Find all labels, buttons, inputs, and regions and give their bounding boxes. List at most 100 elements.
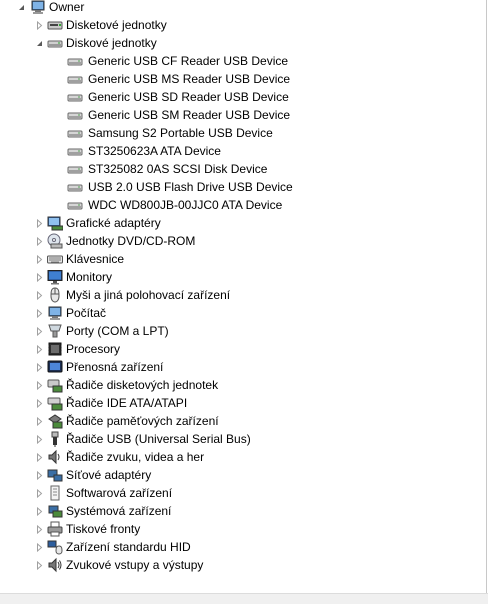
tree-child-item[interactable]: Samsung S2 Portable USB Device [0, 124, 273, 142]
tree-item-jednotky-dvd-cd-rom[interactable]: Jednotky DVD/CD-ROM [0, 232, 195, 250]
tree-item-mysi-a-jina-polohovaci-zarizeni[interactable]: Myši a jiná polohovací zařízení [0, 286, 230, 304]
expand-arrow-icon[interactable] [34, 304, 44, 322]
expand-arrow-icon[interactable] [34, 376, 44, 394]
tree-root[interactable]: Owner [0, 0, 84, 16]
processor-icon [47, 341, 63, 357]
tree-child-item[interactable]: USB 2.0 USB Flash Drive USB Device [0, 178, 293, 196]
expand-arrow-icon[interactable] [34, 232, 44, 250]
tree-item-label: Jednotky DVD/CD-ROM [66, 234, 196, 248]
tree-child-label: Generic USB SD Reader USB Device [88, 90, 289, 104]
expand-arrow-icon[interactable] [34, 286, 44, 304]
expand-arrow-icon[interactable] [34, 412, 44, 430]
tree-item-procesory[interactable]: Procesory [0, 340, 120, 358]
tree-item-label: Procesory [66, 342, 121, 356]
hid-icon [47, 539, 63, 555]
expand-arrow-icon[interactable] [34, 358, 44, 376]
status-bar [0, 593, 488, 604]
printer-icon [47, 521, 63, 537]
floppy-drive-icon [47, 17, 63, 33]
tree-item-zvukove-vstupy-a-vystupy[interactable]: Zvukové vstupy a výstupy [0, 556, 203, 574]
tree-child-item[interactable]: WDC WD800JB-00JJC0 ATA Device [0, 196, 282, 214]
tree-item-radice-pametovych-zarizeni[interactable]: Řadiče paměťových zařízení [0, 412, 219, 430]
tree-child-label: Generic USB CF Reader USB Device [88, 54, 289, 68]
disk-drive-icon [47, 35, 63, 51]
tree-item-zarizeni-standardu-hid[interactable]: Zařízení standardu HID [0, 538, 191, 556]
tree-item-graficke-adaptery[interactable]: Grafické adaptéry [0, 214, 161, 232]
tree-child-item[interactable]: ST3250623A ATA Device [0, 142, 221, 160]
expand-arrow-icon[interactable] [34, 556, 44, 574]
tree-item-prenosna-zarizeni[interactable]: Přenosná zařízení [0, 358, 163, 376]
root-label: Owner [49, 0, 85, 14]
tree-child-item[interactable]: Generic USB MS Reader USB Device [0, 70, 290, 88]
tree-item-label: Zařízení standardu HID [66, 540, 191, 554]
expand-arrow-icon[interactable] [34, 538, 44, 556]
expand-arrow-icon[interactable] [34, 322, 44, 340]
tree-item-systemova-zarizeni[interactable]: Systémová zařízení [0, 502, 171, 520]
floppy-controller-icon [47, 377, 63, 393]
tree-child-item[interactable]: Generic USB SD Reader USB Device [0, 88, 289, 106]
disk-icon [67, 107, 83, 123]
tree-item-label: Tiskové fronty [66, 522, 141, 536]
tree-item-radice-ide-ata-atapi[interactable]: Řadiče IDE ATA/ATAPI [0, 394, 187, 412]
tree-item-label: Diskové jednotky [66, 36, 157, 50]
tree-item-diskove-jednotky[interactable]: Diskové jednotky [0, 34, 157, 52]
tree-child-item[interactable]: ST325082 0AS SCSI Disk Device [0, 160, 267, 178]
tree-item-label: Monitory [66, 270, 113, 284]
ide-controller-icon [47, 395, 63, 411]
tree-item-label: Řadiče disketových jednotek [66, 378, 219, 392]
expand-arrow-icon[interactable] [34, 340, 44, 358]
storage-controller-icon [47, 413, 63, 429]
expand-arrow-icon[interactable] [34, 448, 44, 466]
disk-icon [67, 161, 83, 177]
tree-item-radice-usb-universal-serial-bus[interactable]: Řadiče USB (Universal Serial Bus) [0, 430, 251, 448]
computer-icon [30, 0, 46, 15]
collapse-arrow-icon[interactable] [34, 34, 44, 52]
tree-item-tiskove-fronty[interactable]: Tiskové fronty [0, 520, 140, 538]
expand-arrow-icon[interactable] [34, 268, 44, 286]
disk-icon [67, 53, 83, 69]
tree-child-label: Generic USB MS Reader USB Device [88, 72, 291, 86]
disk-icon [67, 197, 83, 213]
monitor-icon [47, 269, 63, 285]
tree-child-item[interactable]: Generic USB SM Reader USB Device [0, 106, 290, 124]
expand-arrow-icon[interactable] [34, 250, 44, 268]
tree-child-item[interactable]: Generic USB CF Reader USB Device [0, 52, 288, 70]
disk-icon [67, 125, 83, 141]
expand-arrow-icon[interactable] [34, 214, 44, 232]
tree-item-label: Síťové adaptéry [66, 468, 152, 482]
tree-item-monitory[interactable]: Monitory [0, 268, 112, 286]
expand-arrow-icon[interactable] [34, 16, 44, 34]
disk-icon [67, 89, 83, 105]
usb-icon [47, 431, 63, 447]
audio-io-icon [47, 557, 63, 573]
tree-item-pocitac[interactable]: Počítač [0, 304, 106, 322]
expand-arrow-icon[interactable] [34, 466, 44, 484]
tree-item-label: Zvukové vstupy a výstupy [66, 558, 204, 572]
tree-item-label: Porty (COM a LPT) [66, 324, 169, 338]
tree-child-label: Generic USB SM Reader USB Device [88, 108, 291, 122]
expand-arrow-icon[interactable] [34, 430, 44, 448]
disk-icon [67, 71, 83, 87]
tree-item-sitove-adaptery[interactable]: Síťové adaptéry [0, 466, 151, 484]
tree-item-porty-com-a-lpt[interactable]: Porty (COM a LPT) [0, 322, 169, 340]
tree-item-klavesnice[interactable]: Klávesnice [0, 250, 124, 268]
tree-item-label: Přenosná zařízení [66, 360, 164, 374]
tree-item-label: Řadiče IDE ATA/ATAPI [66, 396, 188, 410]
expand-arrow-icon[interactable] [34, 520, 44, 538]
network-adapter-icon [47, 467, 63, 483]
scroll-border [486, 0, 487, 593]
tree-child-label: ST325082 0AS SCSI Disk Device [88, 162, 268, 176]
tree-child-label: Samsung S2 Portable USB Device [88, 126, 273, 140]
disk-icon [67, 143, 83, 159]
port-icon [47, 323, 63, 339]
tree-item-radice-disketovych-jednotek[interactable]: Řadiče disketových jednotek [0, 376, 218, 394]
keyboard-icon [47, 251, 63, 267]
tree-item-softwarova-zarizeni[interactable]: Softwarová zařízení [0, 484, 172, 502]
tree-item-radice-zvuku-videa-a-her[interactable]: Řadiče zvuku, videa a her [0, 448, 204, 466]
tree-item-label: Disketové jednotky [66, 18, 167, 32]
expand-arrow-icon[interactable] [34, 502, 44, 520]
collapse-arrow-icon[interactable] [16, 0, 26, 16]
tree-item-disketove-jednotky[interactable]: Disketové jednotky [0, 16, 167, 34]
expand-arrow-icon[interactable] [34, 484, 44, 502]
expand-arrow-icon[interactable] [34, 394, 44, 412]
